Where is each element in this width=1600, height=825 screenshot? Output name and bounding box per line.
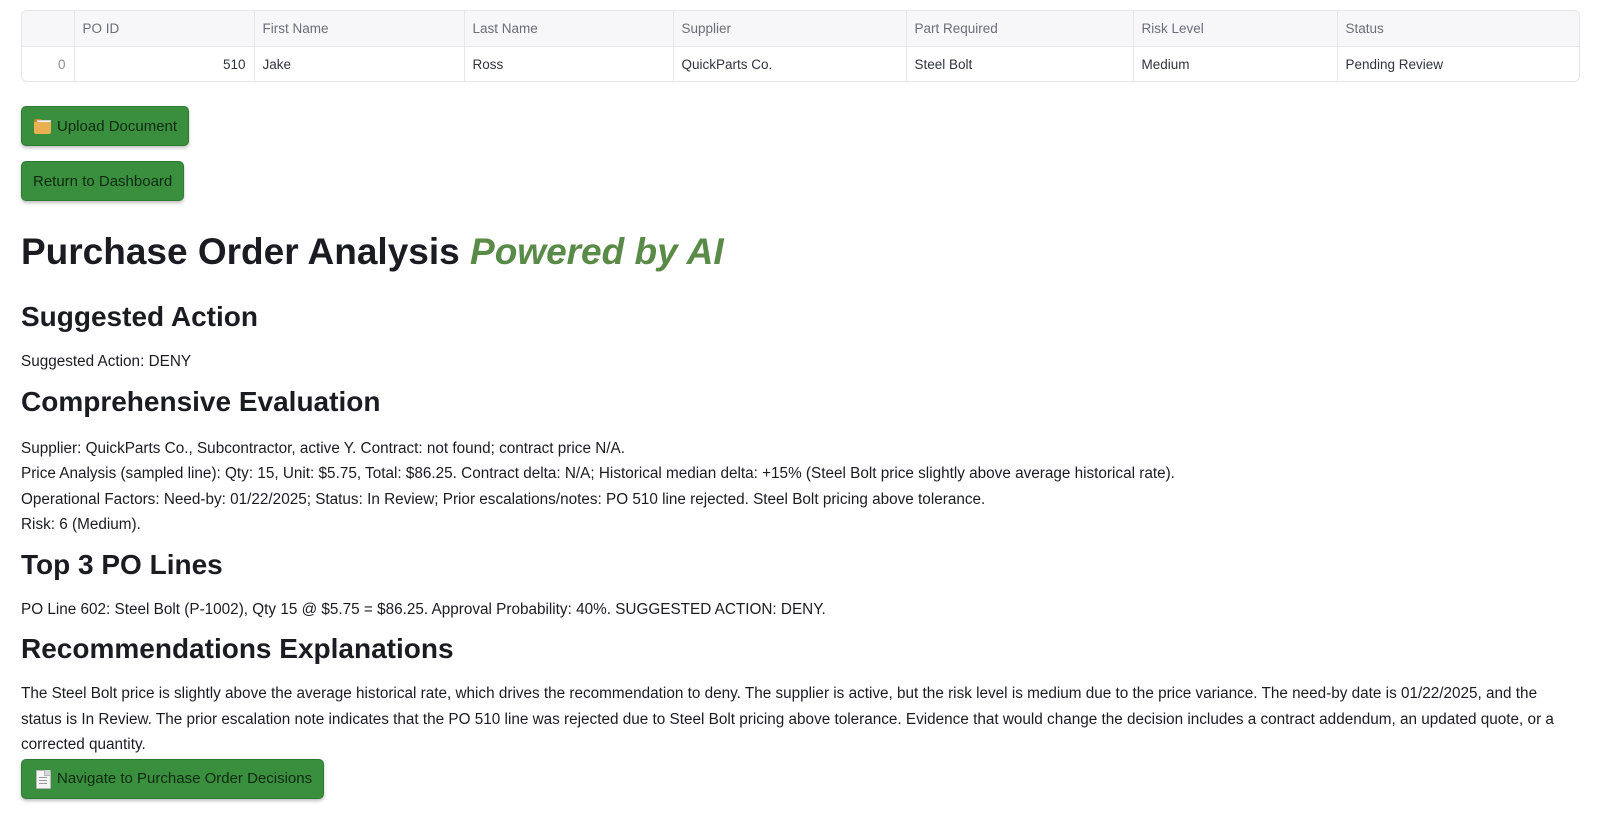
suggested-action-text: Suggested Action: DENY — [21, 353, 192, 370]
evaluation-body: Supplier: QuickParts Co., Subcontractor,… — [21, 436, 1579, 538]
evaluation-line-supplier: Supplier: QuickParts Co., Subcontractor,… — [21, 439, 625, 457]
recommendations-text: The Steel Bolt price is slightly above t… — [21, 685, 1554, 753]
page: PO ID First Name Last Name Supplier Part… — [0, 0, 1600, 825]
folder-icon — [33, 116, 53, 136]
part-required-cell[interactable]: Steel Bolt — [906, 46, 1134, 81]
page-title-accent: Powered by AI — [470, 231, 724, 272]
upload-document-label: Upload Document — [57, 117, 178, 135]
po-data-table[interactable]: PO ID First Name Last Name Supplier Part… — [21, 10, 1580, 82]
table-row[interactable]: 0 510 Jake Ross QuickParts Co. Steel Bol… — [22, 46, 1579, 82]
supplier-cell[interactable]: QuickParts Co. — [673, 46, 907, 81]
column-header-part-required[interactable]: Part Required — [906, 11, 1134, 47]
first-name-cell[interactable]: Jake — [254, 46, 465, 81]
top-po-lines-text: PO Line 602: Steel Bolt (P-1002), Qty 15… — [21, 600, 826, 618]
column-header-po-id[interactable]: PO ID — [74, 11, 255, 47]
po-id-cell[interactable]: 510 — [74, 46, 255, 81]
upload-document-button[interactable]: Upload Document — [21, 106, 190, 146]
column-header-status[interactable]: Status — [1337, 11, 1579, 47]
page-title: Purchase Order Analysis Powered by AI — [21, 231, 1579, 273]
column-header-risk-level[interactable]: Risk Level — [1133, 11, 1338, 47]
evaluation-heading: Comprehensive Evaluation — [21, 385, 381, 417]
column-header-first-name[interactable]: First Name — [254, 11, 465, 47]
row-index-cell[interactable]: 0 — [22, 46, 75, 81]
return-to-dashboard-button[interactable]: Return to Dashboard — [21, 161, 185, 201]
column-header-supplier[interactable]: Supplier — [673, 11, 907, 47]
evaluation-line-operational: Operational Factors: Need-by: 01/22/2025… — [21, 490, 986, 508]
recommendations-heading: Recommendations Explanations — [21, 633, 454, 664]
status-cell[interactable]: Pending Review — [1337, 47, 1579, 82]
column-header-index[interactable] — [22, 11, 75, 47]
page-icon — [33, 769, 53, 789]
page-title-main: Purchase Order Analysis — [21, 231, 460, 272]
top-po-lines-heading: Top 3 PO Lines — [21, 548, 223, 580]
suggested-action-heading: Suggested Action — [21, 301, 258, 332]
column-header-last-name[interactable]: Last Name — [464, 11, 674, 47]
evaluation-line-risk: Risk: 6 (Medium). — [21, 516, 141, 533]
evaluation-line-price: Price Analysis (sampled line): Qty: 15, … — [21, 465, 1175, 482]
navigate-po-decisions-button[interactable]: Navigate to Purchase Order Decisions — [21, 758, 325, 799]
last-name-cell[interactable]: Ross — [464, 46, 674, 81]
risk-level-cell[interactable]: Medium — [1133, 46, 1338, 81]
navigate-po-decisions-label: Navigate to Purchase Order Decisions — [57, 770, 313, 787]
return-to-dashboard-label: Return to Dashboard — [33, 172, 173, 190]
table-header-row: PO ID First Name Last Name Supplier Part… — [22, 11, 1579, 47]
